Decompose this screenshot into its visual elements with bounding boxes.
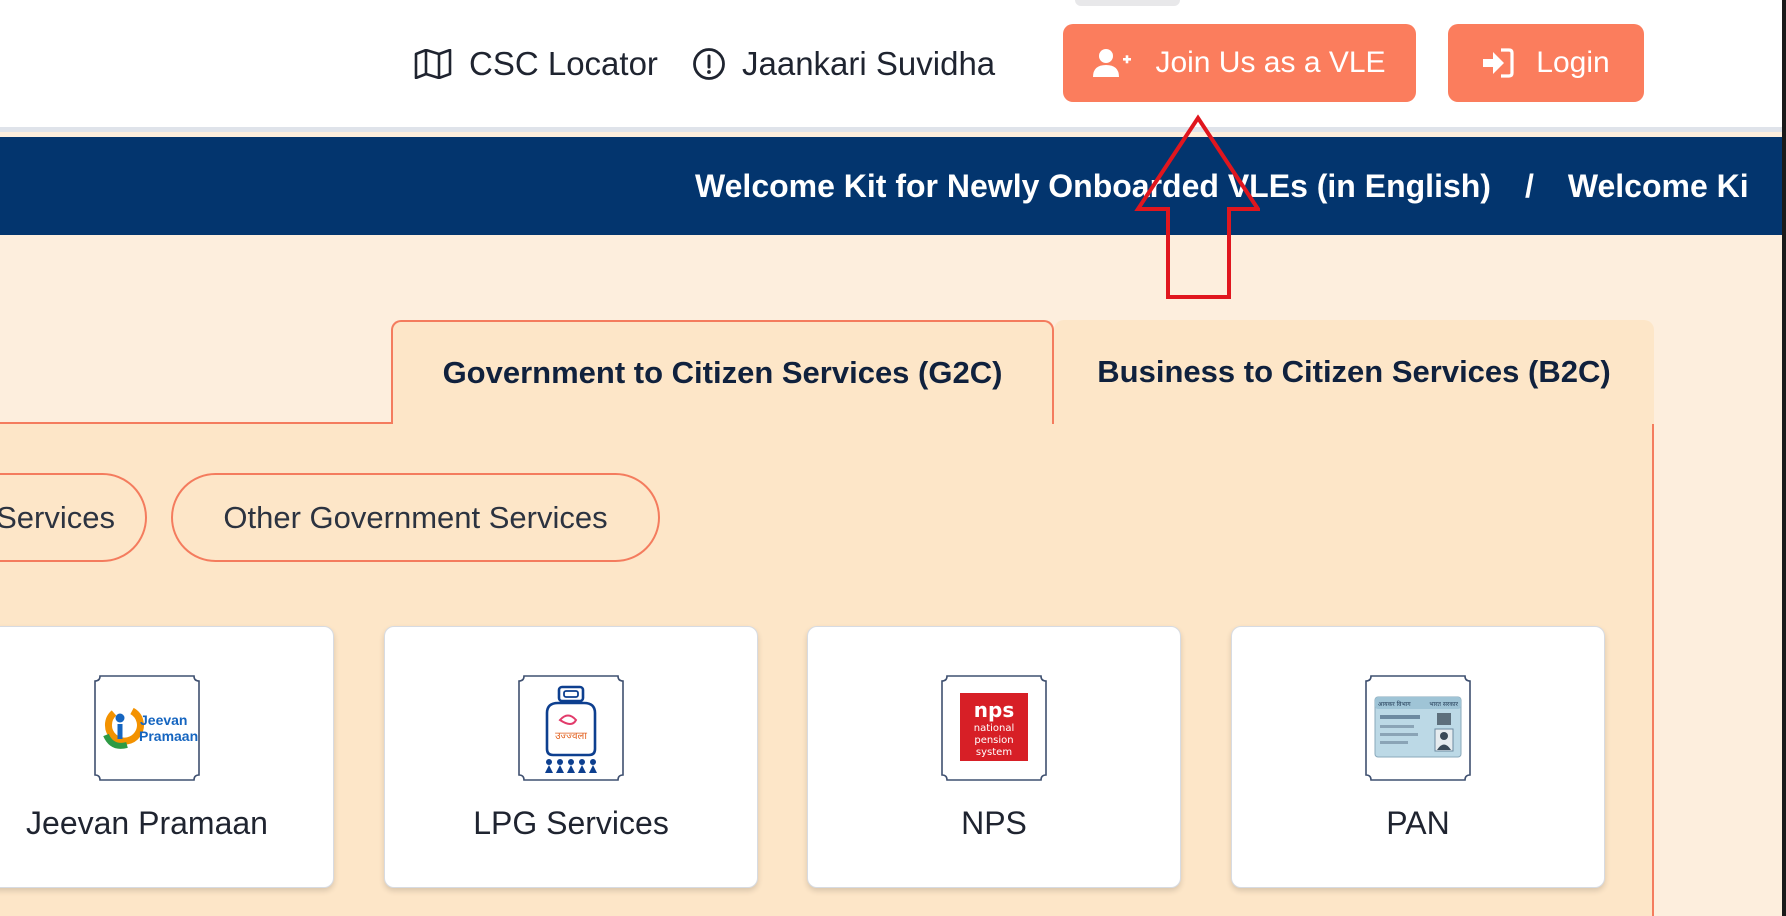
nps-logo-text-2: national	[974, 723, 1015, 734]
service-card-jeevan-pramaan[interactable]: Jeevan Pramaan Jeevan Pramaan	[0, 626, 334, 888]
pan-logo-text-1: आयकर विभाग	[1378, 700, 1411, 708]
site-header: CSC Locator Jaankari Suvidha Join Us as …	[0, 0, 1786, 132]
user-plus-icon	[1093, 49, 1132, 77]
nps-logo-text-1: nps	[974, 698, 1014, 722]
nps-logo-icon: nps national pension system	[941, 675, 1047, 781]
service-card-label: Jeevan Pramaan	[26, 805, 268, 841]
lpg-cylinder-logo-icon: उज्ज्वला	[518, 675, 624, 781]
tab-b2c[interactable]: Business to Citizen Services (B2C)	[1054, 320, 1654, 424]
nps-logo-text-4: system	[976, 747, 1012, 758]
service-card-label: NPS	[961, 805, 1027, 841]
service-card-pan[interactable]: आयकर विभाग भारत सरकार PAN	[1231, 626, 1605, 888]
lpg-logo-text: उज्ज्वला	[555, 731, 587, 742]
nps-logo-text-3: pension	[974, 735, 1013, 746]
login-label: Login	[1536, 46, 1610, 79]
service-card-nps[interactable]: nps national pension system NPS	[807, 626, 1181, 888]
service-card-label: PAN	[1386, 805, 1450, 841]
login-button[interactable]: Login	[1448, 24, 1644, 102]
annotation-arrow-icon	[1134, 114, 1260, 299]
join-vle-label: Join Us as a VLE	[1155, 46, 1386, 79]
subcategory-pill-other-government-services[interactable]: Other Government Services	[171, 473, 660, 562]
pan-logo-text-2: भारत सरकार	[1429, 701, 1458, 708]
ticker-item-welcome-kit-english[interactable]: Welcome Kit for Newly Onboarded VLEs (in…	[695, 168, 1491, 204]
jeevan-logo-text-1: Jeevan	[140, 712, 187, 728]
csc-locator-link[interactable]: CSC Locator	[413, 40, 658, 88]
sign-in-icon	[1483, 48, 1514, 78]
csc-locator-label: CSC Locator	[469, 45, 658, 82]
jaankari-suvidha-link[interactable]: Jaankari Suvidha	[692, 40, 995, 88]
jaankari-suvidha-label: Jaankari Suvidha	[742, 45, 996, 82]
subcategory-pill-services[interactable]: Services	[0, 473, 147, 562]
join-vle-button[interactable]: Join Us as a VLE	[1063, 24, 1416, 102]
jeevan-logo-text-2: Pramaan	[139, 728, 198, 744]
window-edge	[1782, 0, 1786, 916]
service-card-lpg-services[interactable]: उज्ज्वला LPG Services	[384, 626, 758, 888]
info-circle-icon	[693, 48, 725, 80]
ticker-item-welcome-kit[interactable]: Welcome Ki	[1568, 168, 1749, 204]
ticker-separator: /	[1524, 168, 1534, 204]
map-icon	[414, 49, 452, 79]
news-ticker: Welcome Kit for Newly Onboarded VLEs (in…	[0, 137, 1786, 235]
pan-card-logo-icon: आयकर विभाग भारत सरकार	[1365, 675, 1471, 781]
service-card-label: LPG Services	[473, 805, 669, 841]
header-decoration	[1075, 0, 1180, 6]
jeevan-pramaan-logo-icon: Jeevan Pramaan	[94, 675, 200, 781]
tab-g2c[interactable]: Government to Citizen Services (G2C)	[391, 320, 1054, 424]
